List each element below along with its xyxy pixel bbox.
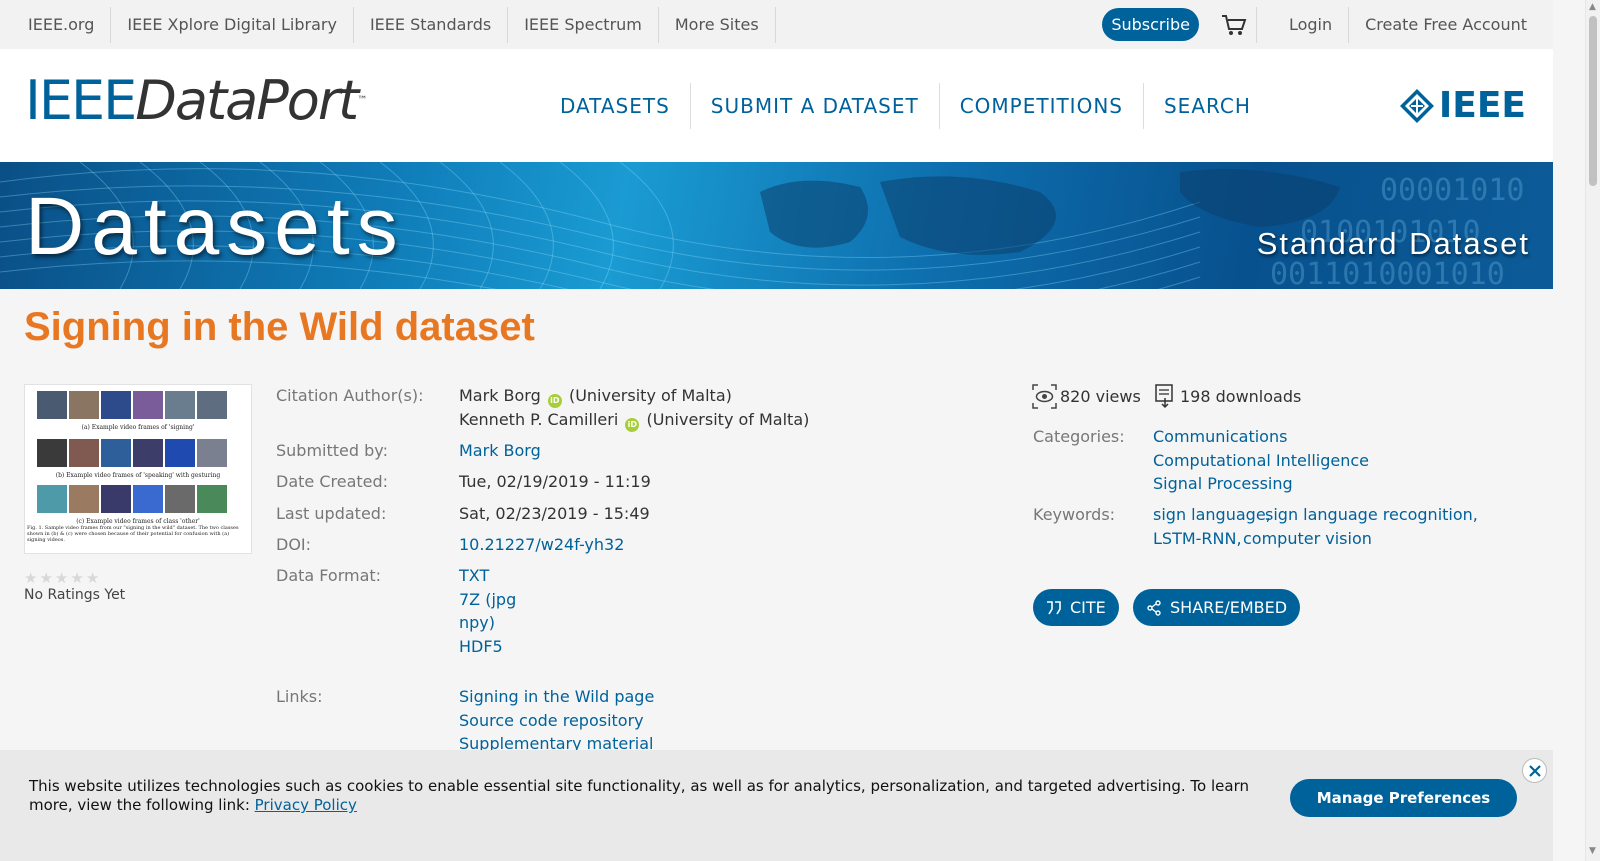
dataset-thumbnail[interactable]: (a) Example video frames of 'signing' (b… (24, 384, 252, 554)
cookie-message: This website utilizes technologies such … (29, 777, 1259, 815)
site-header: IEEEDataPort™ DATASETS SUBMIT A DATASET … (0, 49, 1553, 162)
site-link-xplore[interactable]: IEEE Xplore Digital Library (111, 6, 354, 43)
star-icon[interactable]: ★ (24, 569, 37, 587)
privacy-policy-link[interactable]: Privacy Policy (255, 796, 357, 814)
svg-text:00001010: 00001010 (1380, 173, 1525, 208)
ieee-logo-text: IEEE (1438, 85, 1526, 126)
dataset-title: Signing in the Wild dataset (24, 305, 535, 349)
keyword-link[interactable]: LSTM-RNN, (1153, 529, 1242, 548)
author-entry: Mark Borg iD (University of Malta) (459, 386, 732, 408)
thumbnail-fig-caption-box: Fig. 1. Sample video frames from our "si… (27, 525, 239, 543)
logo-ieee-text: IEEE (25, 69, 137, 132)
nav-submit-dataset[interactable]: SUBMIT A DATASET (691, 83, 940, 129)
nav-competitions[interactable]: COMPETITIONS (940, 83, 1144, 129)
category-link[interactable]: Signal Processing (1153, 474, 1293, 493)
page-scrollbar[interactable]: ▲ ▼ (1585, 0, 1600, 861)
download-doc-icon (1155, 384, 1173, 409)
last-updated-value: Sat, 02/23/2019 - 15:49 (459, 504, 650, 523)
scroll-up-arrow-icon[interactable]: ▲ (1589, 2, 1596, 12)
thumbnail-figure: (a) Example video frames of 'signing' (b… (27, 391, 239, 543)
views-count: 820 views (1060, 387, 1141, 406)
format-hdf5-link[interactable]: HDF5 (459, 637, 503, 656)
data-format-label: Data Format: (276, 566, 382, 585)
close-icon[interactable] (1522, 758, 1547, 783)
submitter-link[interactable]: Mark Borg (459, 441, 541, 460)
link-signing-wild-page[interactable]: Signing in the Wild page (459, 687, 654, 706)
link-source-code[interactable]: Source code repository (459, 711, 644, 730)
author-affiliation: (University of Malta) (646, 410, 810, 429)
create-account-link[interactable]: Create Free Account (1349, 7, 1527, 43)
subscribe-button[interactable]: Subscribe (1102, 8, 1199, 41)
logo-dataport-text: DataPort (135, 69, 359, 132)
banner-subtitle: Standard Dataset (1256, 226, 1530, 261)
logo-trademark: ™ (357, 95, 367, 106)
category-link[interactable]: Computational Intelligence (1153, 451, 1369, 470)
star-icon[interactable]: ★ (86, 569, 99, 587)
scrollbar-thumb[interactable] (1589, 16, 1597, 186)
author-name: Mark Borg (459, 386, 541, 405)
doi-label: DOI: (276, 535, 312, 554)
authors-label: Citation Author(s): (276, 386, 424, 405)
last-updated-label: Last updated: (276, 504, 387, 523)
categories-label: Categories: (1033, 427, 1125, 446)
quote-icon (1047, 600, 1061, 614)
keyword-link[interactable]: sign language, (1153, 505, 1271, 524)
site-link-more-sites[interactable]: More Sites (659, 6, 776, 43)
orcid-icon[interactable]: iD (625, 418, 640, 432)
cookie-text: This website utilizes technologies such … (29, 777, 1249, 814)
nav-datasets[interactable]: DATASETS (540, 83, 691, 129)
views-stat: 820 views (1032, 384, 1141, 409)
scroll-down-arrow-icon[interactable]: ▼ (1589, 846, 1596, 856)
eye-icon (1032, 384, 1057, 409)
site-link-spectrum[interactable]: IEEE Spectrum (508, 6, 659, 43)
ieee-dataport-logo[interactable]: IEEEDataPort™ (25, 69, 367, 132)
manage-preferences-button[interactable]: Manage Preferences (1290, 779, 1517, 817)
cookie-banner: This website utilizes technologies such … (0, 750, 1553, 861)
format-txt-link[interactable]: TXT (459, 566, 489, 585)
hero-banner: 00001010 0100101010 0011010001010 Datase… (0, 162, 1553, 289)
cite-button[interactable]: CITE (1033, 589, 1119, 626)
utility-bar: IEEE.org IEEE Xplore Digital Library IEE… (0, 0, 1553, 49)
date-created-value: Tue, 02/19/2019 - 11:19 (459, 472, 651, 491)
ieee-logo[interactable]: IEEE (1399, 85, 1526, 126)
keyword-link[interactable]: sign language recognition, (1265, 505, 1478, 524)
thumbnail-caption-b: (b) Example video frames of 'speaking' w… (56, 472, 221, 479)
thumbnail-caption-c: (c) Example video frames of class 'other… (76, 518, 200, 525)
links-label: Links: (276, 687, 323, 706)
main-nav: DATASETS SUBMIT A DATASET COMPETITIONS S… (540, 83, 1271, 129)
banner-title: Datasets (25, 181, 405, 272)
downloads-count: 198 downloads (1180, 387, 1302, 406)
keyword-link[interactable]: computer vision (1243, 529, 1372, 548)
cart-icon[interactable] (1221, 6, 1257, 43)
author-name: Kenneth P. Camilleri (459, 410, 619, 429)
orcid-icon[interactable]: iD (547, 394, 562, 408)
author-entry: Kenneth P. Camilleri iD (University of M… (459, 410, 809, 432)
submitted-by-label: Submitted by: (276, 441, 388, 460)
login-link[interactable]: Login (1273, 6, 1350, 43)
ieee-diamond-icon (1399, 88, 1434, 123)
date-created-label: Date Created: (276, 472, 389, 491)
share-embed-button[interactable]: SHARE/EMBED (1133, 589, 1301, 626)
star-icon[interactable]: ★ (55, 569, 68, 587)
star-icon[interactable]: ★ (70, 569, 83, 587)
account-links: Subscribe Login Create Free Account (1102, 0, 1527, 49)
rating-status: No Ratings Yet (24, 587, 126, 603)
doi-link[interactable]: 10.21227/w24f-yh32 (459, 535, 624, 554)
share-icon (1147, 599, 1161, 616)
keywords-label: Keywords: (1033, 505, 1116, 524)
thumbnail-fig-caption: Fig. 1. Sample video frames from our "si… (27, 525, 239, 543)
format-npy-link[interactable]: npy) (459, 613, 495, 632)
share-label: SHARE/EMBED (1170, 598, 1288, 617)
cite-label: CITE (1070, 598, 1106, 617)
format-7z-link[interactable]: 7Z (jpg (459, 590, 516, 609)
nav-search[interactable]: SEARCH (1144, 83, 1271, 129)
site-link-ieee-org[interactable]: IEEE.org (0, 6, 112, 43)
author-affiliation: (University of Malta) (568, 386, 732, 405)
downloads-stat: 198 downloads (1154, 384, 1301, 409)
rating-stars[interactable]: ★ ★ ★ ★ ★ (24, 569, 99, 587)
category-link[interactable]: Communications (1153, 427, 1287, 446)
site-link-standards[interactable]: IEEE Standards (354, 6, 509, 43)
thumbnail-caption-a: (a) Example video frames of 'signing' (82, 424, 195, 431)
star-icon[interactable]: ★ (39, 569, 52, 587)
